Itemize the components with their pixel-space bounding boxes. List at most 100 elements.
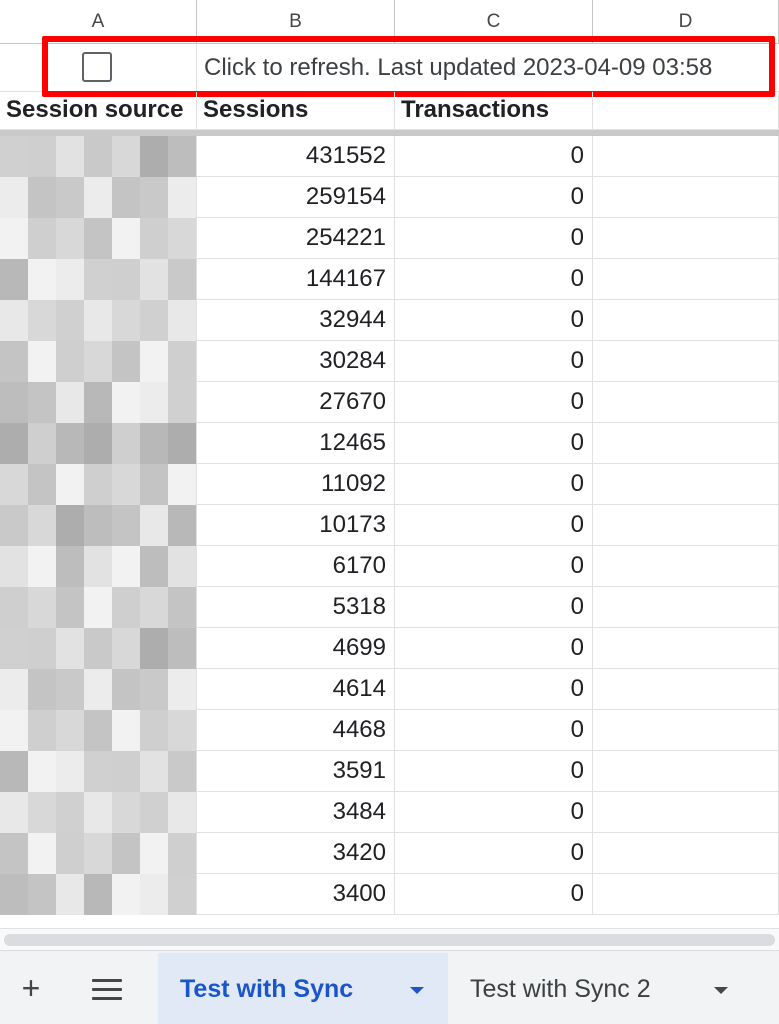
- sessions-cell[interactable]: 10173: [197, 505, 395, 546]
- tab-label: Test with Sync: [180, 975, 354, 1003]
- sessions-cell[interactable]: 30284: [197, 341, 395, 382]
- transactions-cell[interactable]: 0: [395, 423, 593, 464]
- header-transactions[interactable]: Transactions: [395, 92, 593, 130]
- empty-cell-d[interactable]: [593, 505, 779, 546]
- sessions-cell[interactable]: 4699: [197, 628, 395, 669]
- sessions-cell[interactable]: 3591: [197, 751, 395, 792]
- transactions-cell[interactable]: 0: [395, 546, 593, 587]
- transactions-cell[interactable]: 0: [395, 464, 593, 505]
- all-sheets-button[interactable]: [92, 979, 124, 1001]
- session-source-cell[interactable]: [0, 218, 197, 259]
- empty-cell-d[interactable]: [593, 464, 779, 505]
- session-source-cell[interactable]: [0, 300, 197, 341]
- header-sessions[interactable]: Sessions: [197, 92, 395, 130]
- transactions-cell[interactable]: 0: [395, 628, 593, 669]
- session-source-cell[interactable]: [0, 628, 197, 669]
- empty-cell-d[interactable]: [593, 341, 779, 382]
- empty-cell-d[interactable]: [593, 423, 779, 464]
- caret-down-icon[interactable]: [714, 987, 728, 994]
- redacted-source-pixelation: [0, 628, 196, 669]
- empty-cell-d[interactable]: [593, 136, 779, 177]
- tab-test-with-sync-2[interactable]: Test with Sync 2: [448, 953, 779, 1024]
- table-row: 27670 0: [0, 382, 779, 423]
- add-sheet-button[interactable]: +: [14, 971, 48, 1005]
- refresh-status-text: Click to refresh. Last updated 2023-04-0…: [204, 54, 713, 81]
- empty-cell-d[interactable]: [593, 587, 779, 628]
- session-source-cell[interactable]: [0, 505, 197, 546]
- empty-cell-d[interactable]: [593, 177, 779, 218]
- sessions-cell[interactable]: 3400: [197, 874, 395, 915]
- transactions-cell[interactable]: 0: [395, 505, 593, 546]
- transactions-cell[interactable]: 0: [395, 792, 593, 833]
- redacted-source-pixelation: [0, 710, 196, 751]
- session-source-cell[interactable]: [0, 341, 197, 382]
- session-source-cell[interactable]: [0, 710, 197, 751]
- sessions-cell[interactable]: 12465: [197, 423, 395, 464]
- session-source-cell[interactable]: [0, 874, 197, 915]
- sessions-cell[interactable]: 6170: [197, 546, 395, 587]
- sessions-cell[interactable]: 4468: [197, 710, 395, 751]
- transactions-cell[interactable]: 0: [395, 218, 593, 259]
- column-header-c[interactable]: C: [395, 0, 593, 44]
- empty-cell-d[interactable]: [593, 218, 779, 259]
- transactions-cell[interactable]: 0: [395, 669, 593, 710]
- sessions-cell[interactable]: 4614: [197, 669, 395, 710]
- empty-cell-d[interactable]: [593, 382, 779, 423]
- redacted-source-pixelation: [0, 464, 196, 505]
- column-header-d[interactable]: D: [593, 0, 779, 44]
- empty-cell-d[interactable]: [593, 792, 779, 833]
- sessions-cell[interactable]: 259154: [197, 177, 395, 218]
- session-source-cell[interactable]: [0, 751, 197, 792]
- scrollbar-thumb[interactable]: [4, 934, 775, 946]
- empty-cell-d[interactable]: [593, 874, 779, 915]
- empty-cell-d[interactable]: [593, 259, 779, 300]
- session-source-cell[interactable]: [0, 669, 197, 710]
- transactions-cell[interactable]: 0: [395, 177, 593, 218]
- sessions-cell[interactable]: 11092: [197, 464, 395, 505]
- transactions-cell[interactable]: 0: [395, 710, 593, 751]
- transactions-cell[interactable]: 0: [395, 300, 593, 341]
- refresh-checkbox[interactable]: [82, 52, 112, 82]
- transactions-cell[interactable]: 0: [395, 136, 593, 177]
- empty-cell-d[interactable]: [593, 669, 779, 710]
- sessions-cell[interactable]: 3420: [197, 833, 395, 874]
- session-source-cell[interactable]: [0, 423, 197, 464]
- column-header-b[interactable]: B: [197, 0, 395, 44]
- sessions-cell[interactable]: 431552: [197, 136, 395, 177]
- sessions-cell[interactable]: 144167: [197, 259, 395, 300]
- transactions-cell[interactable]: 0: [395, 382, 593, 423]
- session-source-cell[interactable]: [0, 259, 197, 300]
- session-source-cell[interactable]: [0, 136, 197, 177]
- transactions-cell[interactable]: 0: [395, 874, 593, 915]
- sessions-cell[interactable]: 5318: [197, 587, 395, 628]
- empty-cell-d[interactable]: [593, 628, 779, 669]
- header-empty-d[interactable]: [593, 92, 779, 130]
- sessions-cell[interactable]: 32944: [197, 300, 395, 341]
- sessions-cell[interactable]: 3484: [197, 792, 395, 833]
- header-session-source[interactable]: Session source: [0, 92, 197, 130]
- session-source-cell[interactable]: [0, 833, 197, 874]
- session-source-cell[interactable]: [0, 382, 197, 423]
- transactions-cell[interactable]: 0: [395, 587, 593, 628]
- empty-cell-d[interactable]: [593, 300, 779, 341]
- session-source-cell[interactable]: [0, 177, 197, 218]
- sessions-cell[interactable]: 254221: [197, 218, 395, 259]
- transactions-cell[interactable]: 0: [395, 833, 593, 874]
- transactions-cell[interactable]: 0: [395, 259, 593, 300]
- session-source-cell[interactable]: [0, 792, 197, 833]
- table-row: 144167 0: [0, 259, 779, 300]
- empty-cell-d[interactable]: [593, 710, 779, 751]
- tab-test-with-sync[interactable]: Test with Sync: [158, 953, 448, 1024]
- sessions-cell[interactable]: 27670: [197, 382, 395, 423]
- redacted-source-pixelation: [0, 382, 196, 423]
- empty-cell-d[interactable]: [593, 546, 779, 587]
- empty-cell-d[interactable]: [593, 751, 779, 792]
- column-header-a[interactable]: A: [0, 0, 197, 44]
- transactions-cell[interactable]: 0: [395, 341, 593, 382]
- session-source-cell[interactable]: [0, 546, 197, 587]
- transactions-cell[interactable]: 0: [395, 751, 593, 792]
- session-source-cell[interactable]: [0, 587, 197, 628]
- session-source-cell[interactable]: [0, 464, 197, 505]
- empty-cell-d[interactable]: [593, 833, 779, 874]
- caret-down-icon[interactable]: [410, 987, 424, 994]
